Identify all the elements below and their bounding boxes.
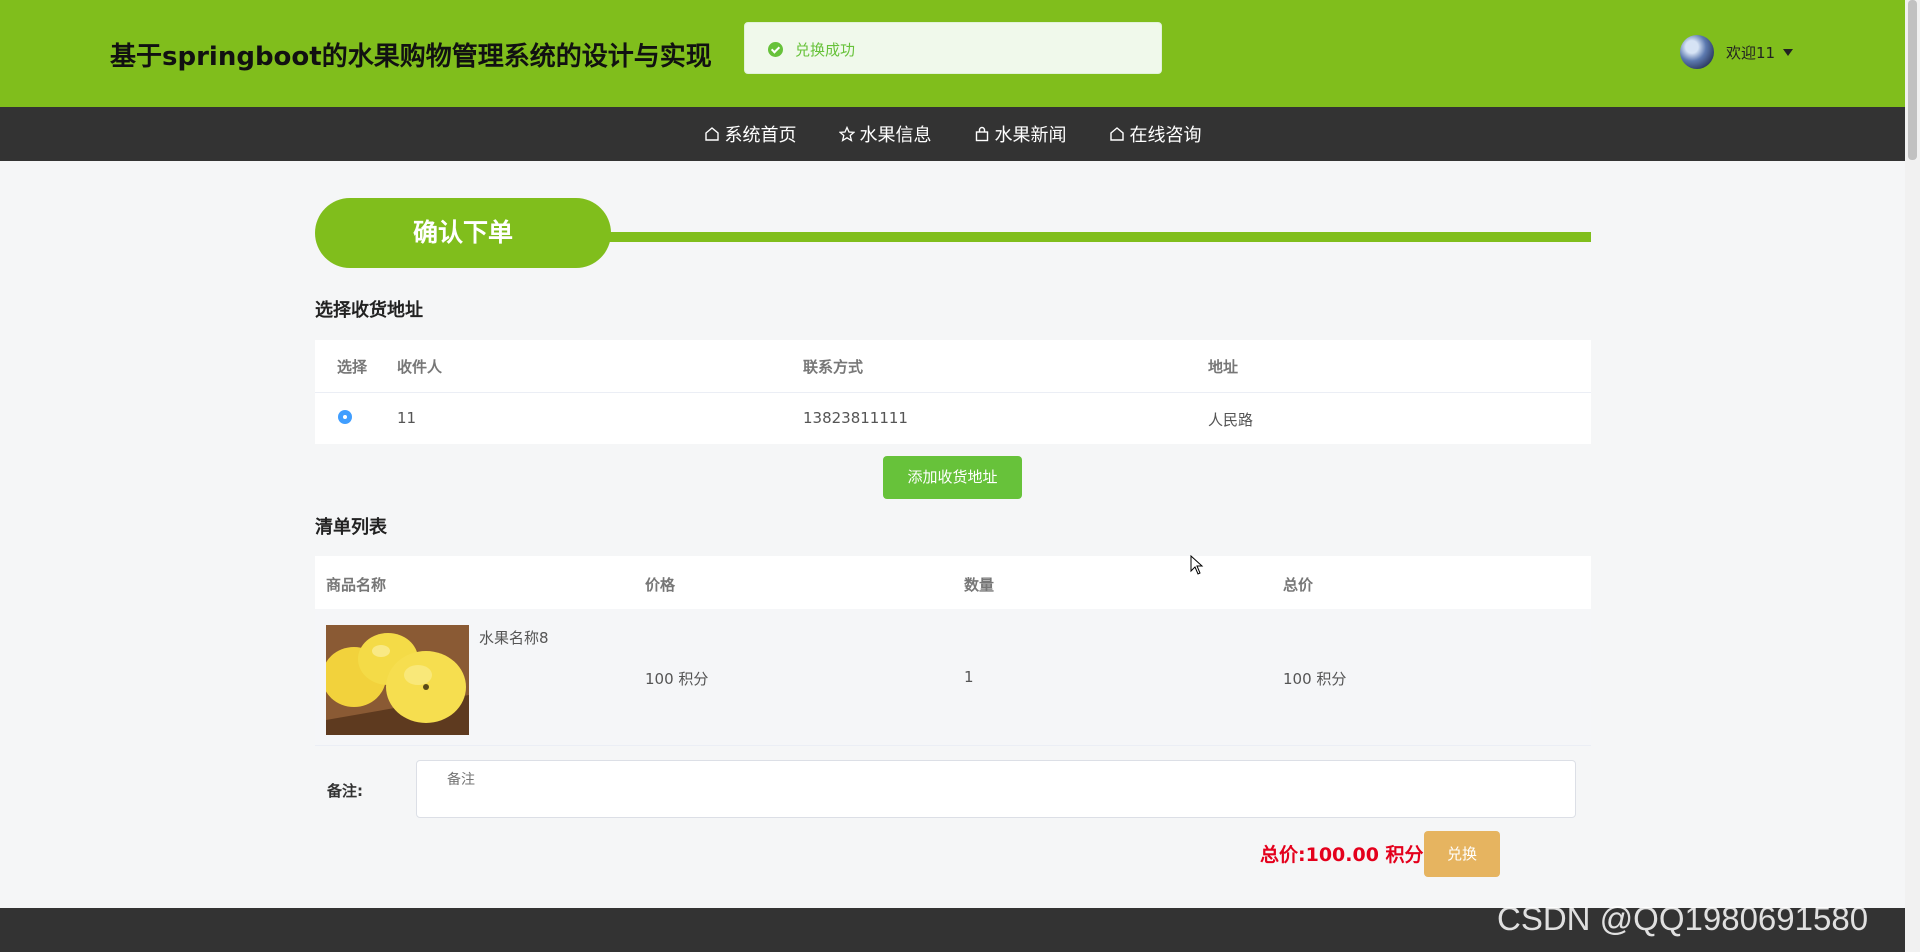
nav-item-fruit-info[interactable]: 水果信息 [838, 121, 932, 147]
remark-label: 备注: [327, 782, 363, 800]
page-title: 确认下单 [412, 218, 513, 247]
page-scrollbar[interactable] [1905, 0, 1920, 952]
product-name-cell: 水果名称8 [479, 629, 549, 647]
address-heading: 选择收货地址 [315, 300, 423, 321]
total-cell: 100 积分 [1283, 670, 1347, 688]
avatar[interactable] [1680, 35, 1714, 69]
success-check-icon [768, 42, 783, 57]
scrollbar-thumb[interactable] [1908, 0, 1917, 160]
user-menu[interactable]: 欢迎11 [1680, 34, 1794, 70]
list-heading: 清单列表 [315, 517, 387, 538]
column-header-select: 选择 [337, 358, 368, 376]
nav-item-label: 水果信息 [859, 125, 932, 146]
order-total: 总价:100.00 积分 [1260, 844, 1424, 866]
success-toast: 兑换成功 [744, 22, 1162, 74]
home-icon [704, 126, 720, 142]
column-header-recipient: 收件人 [397, 358, 443, 376]
welcome-text[interactable]: 欢迎11 [1726, 42, 1775, 63]
address-radio[interactable] [338, 410, 352, 424]
caret-down-icon[interactable] [1783, 48, 1794, 56]
nav-item-label: 在线咨询 [1129, 125, 1202, 146]
section-title-line [600, 232, 1591, 242]
column-header-contact: 联系方式 [803, 358, 864, 376]
phone-cell: 13823811111 [803, 409, 908, 427]
star-icon [838, 126, 855, 142]
quantity-cell: 1 [964, 668, 974, 686]
exchange-button[interactable]: 兑换 [1424, 831, 1500, 877]
mouse-cursor-icon [1190, 555, 1204, 575]
row-divider [315, 745, 1591, 746]
toast-message: 兑换成功 [795, 41, 856, 59]
site-title: 基于springboot的水果购物管理系统的设计与实现 [110, 42, 712, 72]
column-header-quantity: 数量 [964, 576, 995, 594]
order-list-table: 商品名称 价格 数量 总价 水果名称8 100 积分 1 100 积分 [315, 556, 1591, 746]
main-nav: 系统首页 水果信息 水果新闻 在线咨询 [0, 107, 1905, 161]
add-address-button[interactable]: 添加收货地址 [883, 456, 1022, 499]
column-header-product: 商品名称 [326, 576, 387, 594]
address-table: 选择 收件人 联系方式 地址 11 13823811111 人民路 [315, 340, 1591, 444]
nav-item-label: 系统首页 [724, 125, 797, 146]
recipient-cell: 11 [397, 409, 417, 427]
column-header-total: 总价 [1283, 576, 1314, 594]
address-cell: 人民路 [1208, 411, 1254, 429]
list-header-row: 商品名称 价格 数量 总价 [315, 556, 1591, 609]
product-image [326, 625, 469, 735]
column-header-address: 地址 [1208, 358, 1239, 376]
watermark: CSDN @QQ1980691580 [1497, 900, 1869, 937]
nav-item-fruit-news[interactable]: 水果新闻 [974, 121, 1067, 147]
home-icon [1109, 126, 1125, 142]
nav-item-label: 水果新闻 [994, 125, 1067, 146]
nav-item-online-consult[interactable]: 在线咨询 [1109, 121, 1202, 147]
bag-icon [974, 126, 990, 142]
row-divider [315, 392, 1591, 393]
header-bar: 基于springboot的水果购物管理系统的设计与实现 兑换成功 欢迎11 [0, 0, 1905, 107]
price-cell: 100 积分 [645, 670, 709, 688]
nav-item-home[interactable]: 系统首页 [704, 121, 797, 147]
remark-input[interactable] [416, 760, 1576, 818]
column-header-price: 价格 [645, 576, 676, 594]
